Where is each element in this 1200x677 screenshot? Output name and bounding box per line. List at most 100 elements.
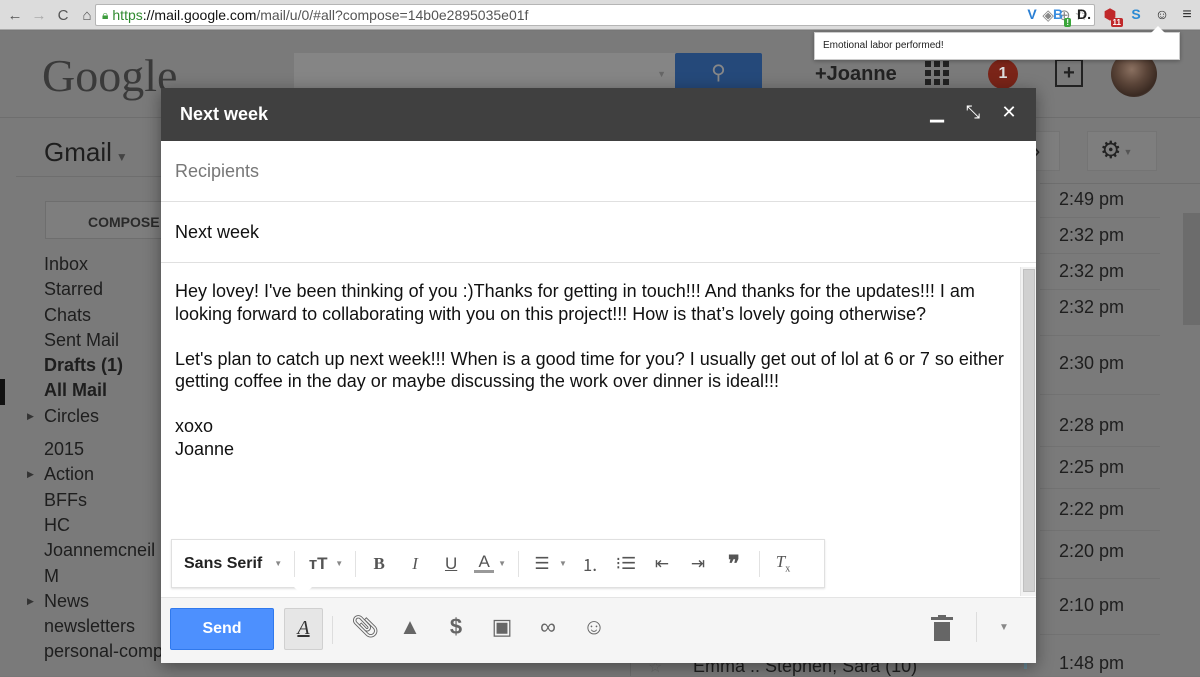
gmail-menu[interactable]: Gmail ▼ [44,137,128,168]
toolbar-pointer [294,587,312,596]
recipients-field[interactable]: Recipients [161,141,1036,202]
sidebar-item-joannemcneil[interactable]: Joannemcneil [44,540,163,565]
expand-triangle-icon[interactable]: ▶ [27,411,34,422]
address-bar[interactable]: 🔒︎ https://mail.google.com/mail/u/0/#all… [95,4,1095,26]
search-button[interactable]: ⚲ [675,53,762,91]
scrollbar[interactable] [1183,213,1200,325]
font-family-select[interactable]: Sans Serif [184,555,262,573]
s-ext-extension-icon[interactable]: S [1126,4,1146,24]
google-logo: Google [42,50,178,101]
scrollbar-thumb[interactable] [1023,269,1035,592]
sidebar-item-chats[interactable]: Chats [44,305,163,330]
body-scrollbar[interactable] [1020,267,1036,596]
sidebar-item-circles[interactable]: ▶ Circles [27,406,163,431]
chevron-down-icon[interactable]: ▼ [274,559,282,568]
back-arrow-icon[interactable]: ← [4,4,26,26]
email-timestamp: 2:49 pm [1059,189,1125,209]
d-dot-extension-icon[interactable]: D. [1074,4,1094,24]
vivaldi-v-extension-icon[interactable]: V [1022,4,1042,24]
minimize-icon[interactable]: ▁ [928,102,946,123]
chevron-down-icon[interactable]: ▼ [559,559,567,568]
sidebar-item-all-mail[interactable]: All Mail [44,380,163,405]
sidebar-item-starred[interactable]: Starred [44,279,163,304]
email-timestamp: 2:20 pm [1059,541,1125,561]
row-divider [1040,335,1160,336]
search-input[interactable]: ▼ [294,53,676,91]
url-scheme: https [112,7,143,23]
indent-more-icon[interactable]: ⇥ [685,554,711,574]
email-timestamp: 2:32 pm [1059,225,1125,245]
sidebar-item-bffs[interactable]: BFFs [44,490,163,515]
chevron-down-icon[interactable]: ▼ [335,559,343,568]
underline-icon[interactable]: U [438,554,464,574]
compose-header[interactable]: Next week ▁ ⤡ ✕ [161,88,1036,141]
numbered-list-icon[interactable]: ⒈ [577,551,603,576]
search-options-caret-icon[interactable]: ▼ [657,69,666,79]
row-divider [1040,530,1160,531]
sidebar-item-label: News [44,590,90,611]
apps-grid-icon[interactable] [925,61,949,85]
sidebar-item-label: Starred [44,279,104,300]
emoji-icon[interactable]: ☺ [581,614,607,640]
row-divider [1040,253,1160,254]
align-icon[interactable]: ☰ [529,554,555,574]
expand-triangle-icon[interactable]: ▶ [27,596,34,607]
more-options-chevron-icon[interactable]: ▼ [999,622,1009,633]
indent-less-icon[interactable]: ⇤ [649,554,675,574]
row-divider [1040,488,1160,489]
sidebar-item-sent-mail[interactable]: Sent Mail [44,330,163,355]
sidebar-item-inbox[interactable]: Inbox [44,254,163,279]
italic-icon[interactable]: I [402,554,428,574]
body-paragraph: Hey lovey! I've been thinking of you :)T… [175,281,975,324]
sidebar-item-action[interactable]: ▶ Action [27,464,163,489]
sidebar-item-label: HC [44,514,70,535]
forward-arrow-icon[interactable]: → [28,4,50,26]
row-divider [1040,446,1160,447]
text-color-icon[interactable]: A [474,553,495,573]
sidebar-item-drafts-1[interactable]: Drafts (1) [44,355,163,380]
bulleted-list-icon[interactable]: ⁝☰ [613,554,639,574]
bitly-b-extension-icon[interactable]: B! [1048,4,1071,27]
settings-button[interactable]: ⚙ ▼ [1087,131,1157,171]
formatting-options-toggle[interactable]: A [284,608,323,650]
subject-field[interactable]: Next week [161,202,1036,263]
row-divider [1040,634,1160,635]
insert-photo-icon[interactable]: ▣ [489,614,515,640]
sidebar-item-news[interactable]: ▶ News [27,590,163,616]
row-divider [1040,289,1160,290]
chevron-down-icon[interactable]: ▼ [498,559,506,568]
sidebar-item-label: BFFs [44,489,87,510]
sidebar-item-2015[interactable]: 2015 [44,439,163,464]
row-divider [1040,217,1160,218]
attach-paperclip-icon[interactable]: 📎︎ [351,614,379,640]
link-icon[interactable]: ∞ [535,614,561,640]
exit-fullscreen-icon[interactable]: ⤡ [964,102,982,123]
close-icon[interactable]: ✕ [1000,102,1018,123]
google-drive-icon[interactable]: ▲ [397,614,423,640]
search-icon: ⚲ [711,61,726,84]
font-size-icon[interactable]: ᴛT [305,554,331,574]
sidebar-item-personal-comp[interactable]: personal-comp [44,641,163,666]
google-plus-profile-link[interactable]: +Joanne [815,63,897,86]
lock-icon: 🔒︎ [102,7,109,22]
bold-icon[interactable]: B [366,554,392,574]
sidebar-item-hc[interactable]: HC [44,515,163,540]
sidebar-item-m[interactable]: M [44,566,163,591]
quote-icon[interactable]: ❞ [721,551,747,577]
url-host: ://mail.google.com [142,7,257,23]
sidebar-item-label: Sent Mail [44,329,120,350]
reload-icon[interactable]: C [52,4,74,26]
smiley-ext-extension-icon[interactable]: ☺ [1152,4,1172,24]
sidebar-item-newsletters[interactable]: newsletters [44,616,163,641]
expand-triangle-icon[interactable]: ▶ [27,469,34,480]
trash-icon[interactable] [931,615,953,641]
adblock-extension-icon[interactable]: ⬢ 11 [1100,4,1123,27]
signature: xoxo Joanne [175,416,235,459]
remove-formatting-icon[interactable]: Tx [770,552,796,574]
menu-icon[interactable]: ≡ [1176,4,1198,26]
dollar-icon[interactable]: $ [443,614,469,640]
send-button[interactable]: Send [170,608,274,650]
message-body[interactable]: Hey lovey! I've been thinking of you :)T… [175,280,1015,483]
share-plus-icon[interactable]: + [1055,59,1083,87]
notification-badge[interactable]: 1 [988,59,1018,89]
